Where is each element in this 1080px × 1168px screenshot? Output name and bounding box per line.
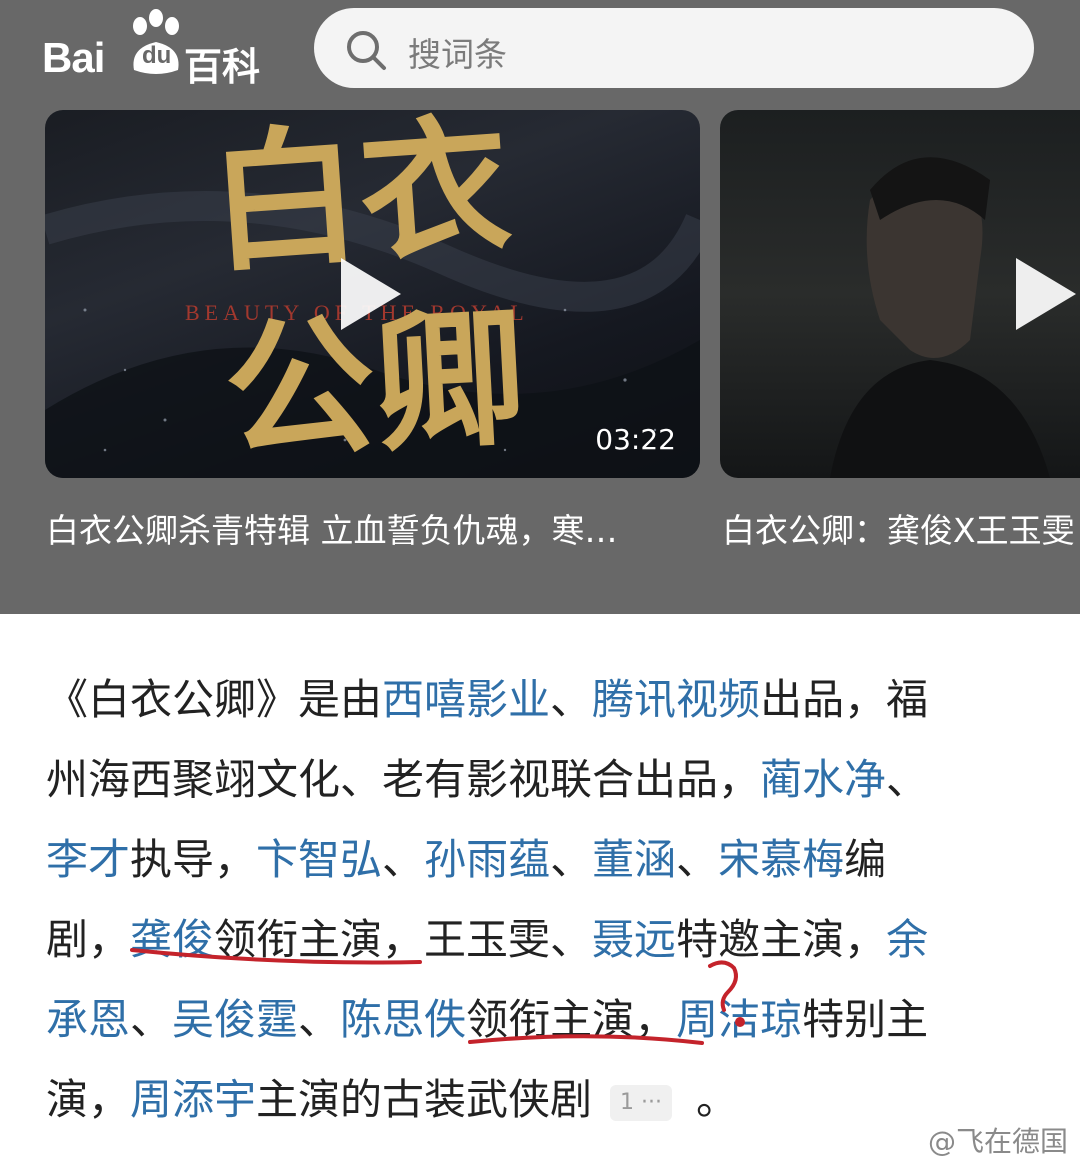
article-text: 剧， — [46, 915, 131, 964]
search-input[interactable]: 搜词条 — [408, 28, 507, 76]
article-text: 特邀主演， — [676, 915, 887, 964]
article-text: 领衔主演， — [466, 995, 677, 1044]
article-text: 。 — [696, 1075, 739, 1124]
article-text: 执导， — [130, 835, 257, 884]
article-text: 出品，福 — [760, 675, 929, 724]
entry-link[interactable]: 西嘻影业 — [382, 675, 550, 724]
weibo-watermark: @飞在德国 — [927, 1125, 1068, 1158]
article-line: 州海西聚翊文化、老有影视联合出品，蔺水净、 — [46, 740, 1046, 820]
entry-link[interactable]: 董涵 — [592, 835, 676, 884]
article-text: 特别主 — [802, 995, 929, 1044]
video-card[interactable] — [720, 110, 1080, 478]
title-calligraphy-top: 白衣 — [204, 110, 516, 294]
entry-link[interactable]: 承恩 — [46, 995, 130, 1044]
entry-link[interactable]: 蔺水净 — [760, 755, 886, 804]
article-text: 、 — [298, 995, 341, 1044]
article-text: 编 — [844, 835, 887, 884]
play-icon[interactable] — [1016, 258, 1076, 330]
video-caption[interactable]: 白衣公卿：龚俊X王玉雯 — [722, 504, 1075, 552]
entry-link[interactable]: 宋慕梅 — [718, 835, 844, 884]
entry-link[interactable]: 李才 — [46, 835, 130, 884]
reference-badge[interactable]: 1 ··· — [610, 1084, 673, 1121]
article-text: 主演的古装武侠剧 — [256, 1075, 593, 1124]
video-caption[interactable]: 白衣公卿杀青特辑 立血誓负仇魂，寒… — [46, 504, 618, 552]
search-icon — [347, 31, 386, 70]
article-text: 、 — [382, 835, 425, 884]
article-text: 《白衣公卿》是由 — [46, 675, 383, 724]
entry-link[interactable]: 陈思佚 — [340, 995, 466, 1044]
article-line: 承恩、吴俊霆、陈思佚领衔主演，周洁琼特别主 — [46, 980, 1046, 1060]
article-text: 、 — [550, 835, 593, 884]
video-duration: 03:22 — [595, 423, 676, 456]
video-card[interactable]: 白衣 BEAUTY OF THE ROYAL 公卿 03:22 — [45, 110, 700, 478]
baidu-baike-logo[interactable]: Bai du 百科 — [42, 8, 272, 89]
article-text: 州海西聚翊文化、老有影视联合出品， — [46, 755, 761, 804]
article-text: 、 — [886, 755, 929, 804]
article-line: 演，周添宇主演的古装武侠剧 1 ··· 。 — [46, 1060, 1046, 1140]
play-icon[interactable] — [341, 258, 401, 330]
entry-link[interactable]: 吴俊霆 — [172, 995, 298, 1044]
article-line: 剧，龚俊领衔主演，王玉雯、聂远特邀主演，余 — [46, 900, 1046, 980]
article-line: 李才执导，卞智弘、孙雨蕴、董涵、宋慕梅编 — [46, 820, 1046, 900]
article-text: 演， — [46, 1075, 131, 1124]
entry-link[interactable]: 余 — [886, 915, 928, 964]
article-text: 、 — [550, 675, 593, 724]
header: Bai du 百科 搜词条 白衣 BEAUTY OF THE ROYAL 公卿 … — [0, 0, 1080, 614]
article-text: 、 — [130, 995, 173, 1044]
article-text: 领衔主演，王玉雯、 — [214, 915, 593, 964]
logo-bai-text: Bai — [42, 34, 105, 81]
search-bar[interactable]: 搜词条 — [314, 8, 1034, 88]
article-text: 、 — [676, 835, 719, 884]
logo-baike-text: 百科 — [184, 45, 261, 89]
entry-link[interactable]: 周添宇 — [130, 1075, 256, 1124]
entry-link[interactable]: 聂远 — [592, 915, 676, 964]
entry-link[interactable]: 孙雨蕴 — [424, 835, 550, 884]
article-body: 《白衣公卿》是由西嘻影业、腾讯视频出品，福 州海西聚翊文化、老有影视联合出品，蔺水… — [46, 660, 1046, 1140]
logo-du-text: du — [142, 42, 172, 69]
entry-link[interactable]: 龚俊 — [130, 915, 214, 964]
entry-link[interactable]: 周洁琼 — [676, 995, 802, 1044]
entry-link[interactable]: 腾讯视频 — [592, 675, 760, 724]
article-line: 《白衣公卿》是由西嘻影业、腾讯视频出品，福 — [46, 660, 1046, 740]
entry-link[interactable]: 卞智弘 — [256, 835, 382, 884]
